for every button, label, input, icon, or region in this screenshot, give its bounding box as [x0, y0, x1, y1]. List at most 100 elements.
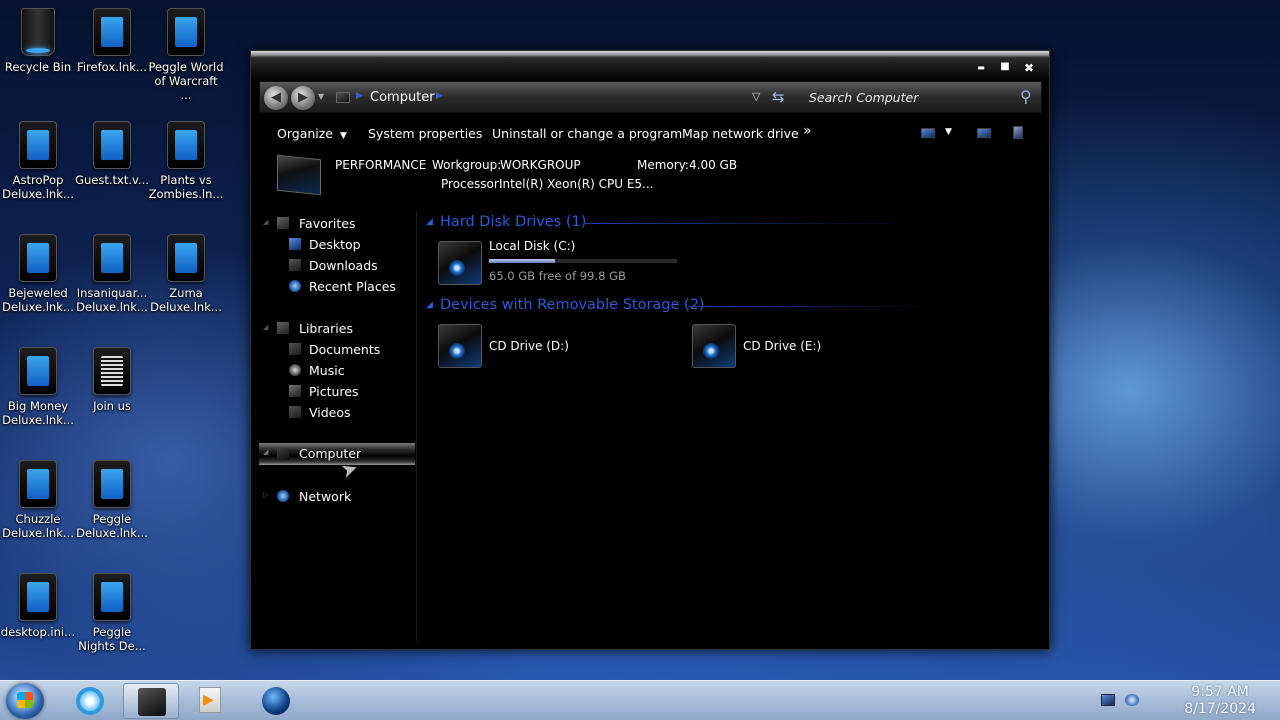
action-center-icon[interactable] — [1101, 694, 1115, 706]
expand-arrow-icon: ◢ — [263, 323, 269, 331]
preview-pane-icon[interactable] — [977, 128, 991, 138]
taskbar-explorer[interactable] — [123, 683, 179, 719]
search-input[interactable]: Search Computer — [809, 90, 918, 105]
nav-music[interactable]: Music — [259, 361, 409, 381]
disk-usage-bar — [489, 259, 677, 263]
documents-icon — [289, 343, 301, 355]
desktop-icon-firefox[interactable]: Firefox.lnk... — [74, 8, 150, 74]
nav-videos[interactable]: Videos — [259, 403, 409, 423]
breadcrumb-computer[interactable]: Computer — [370, 90, 435, 105]
workgroup-label: Workgroup: — [432, 158, 502, 172]
chevron-down-icon[interactable]: ▼ — [945, 127, 952, 137]
taskbar-internet-explorer[interactable] — [62, 683, 118, 719]
address-dropdown-icon[interactable]: ▽ — [752, 90, 760, 103]
cd-drive-icon — [438, 324, 482, 368]
help-icon[interactable] — [1013, 126, 1023, 139]
forward-button[interactable]: ▶ — [291, 86, 315, 110]
nav-videos-label: Videos — [309, 405, 351, 420]
nav-libraries[interactable]: ◢ Libraries — [259, 319, 409, 339]
nav-pictures[interactable]: Pictures — [259, 382, 409, 402]
recycle-bin-icon — [21, 8, 55, 56]
shortcut-icon — [167, 234, 205, 282]
nav-recent-places[interactable]: Recent Places — [259, 277, 409, 297]
nav-favorites-label: Favorites — [299, 216, 356, 231]
desktop-icon-label: Zuma Deluxe.lnk... — [150, 286, 222, 314]
map-network-drive-button[interactable]: Map network drive — [682, 126, 799, 141]
desktop-icon-astropop[interactable]: AstroPop Deluxe.lnk... — [0, 121, 76, 201]
taskbar-media-player[interactable]: ▶ — [183, 683, 239, 719]
desktop-icon-big-money[interactable]: Big Money Deluxe.lnk... — [0, 347, 76, 427]
nav-downloads[interactable]: Downloads — [259, 256, 409, 276]
organize-menu[interactable]: Organize ▼ — [277, 126, 347, 141]
nav-network-label: Network — [299, 489, 352, 504]
computer-name: PERFORMANCE — [335, 158, 427, 172]
network-tray-icon[interactable] — [1125, 694, 1139, 706]
desktop-icon-bejeweled[interactable]: Bejeweled Deluxe.lnk... — [0, 234, 76, 314]
desktop-icon-label: Peggle Nights De... — [78, 625, 146, 653]
shortcut-icon — [19, 347, 57, 395]
desktop-icon-label: Bejeweled Deluxe.lnk... — [2, 286, 74, 314]
back-button[interactable]: ◀ — [264, 86, 288, 110]
nav-computer[interactable]: ◢ Computer ➤ — [259, 443, 415, 483]
group-divider — [688, 306, 938, 307]
desktop-icon-recycle-bin[interactable]: Recycle Bin — [0, 8, 76, 74]
music-icon — [289, 364, 301, 376]
desktop-icon-join-us[interactable]: Join us — [74, 347, 150, 413]
taskbar-network[interactable] — [248, 683, 304, 719]
organize-label: Organize — [277, 126, 333, 141]
drive-local-disk-c[interactable]: Local Disk (C:) 65.0 GB free of 99.8 GB — [438, 239, 688, 289]
desktop-icon-peggle-nights[interactable]: Peggle Nights De... — [74, 573, 150, 653]
nav-pictures-label: Pictures — [309, 384, 359, 399]
desktop-icon-label: desktop.ini... — [0, 625, 76, 639]
search-icon[interactable]: ⚲ — [1020, 87, 1032, 106]
command-bar: Organize ▼ System properties Uninstall o… — [251, 119, 1049, 149]
desktop-icon-chuzzle[interactable]: Chuzzle Deluxe.lnk... — [0, 460, 76, 540]
uninstall-program-button[interactable]: Uninstall or change a program — [492, 126, 682, 141]
desktop-icon-peggle[interactable]: Peggle Deluxe.lnk... — [74, 460, 150, 540]
system-properties-button[interactable]: System properties — [368, 126, 482, 141]
memory-label: Memory: — [637, 158, 689, 172]
expand-arrow-icon: ◢ — [263, 448, 269, 456]
nav-desktop[interactable]: Desktop — [259, 235, 409, 255]
shortcut-icon — [19, 121, 57, 169]
desktop-icon-desktop-ini[interactable]: desktop.ini... — [0, 573, 76, 639]
close-button[interactable]: ✖ — [1021, 61, 1037, 75]
disk-usage-fill — [489, 259, 555, 263]
drive-cd-d[interactable]: CD Drive (D:) — [438, 322, 638, 372]
view-options-icon[interactable] — [921, 128, 935, 138]
start-button[interactable] — [6, 683, 44, 719]
desktop-icon — [289, 238, 301, 250]
globe-icon — [262, 687, 290, 715]
desktop-icon-zuma[interactable]: Zuma Deluxe.lnk... — [148, 234, 224, 314]
shortcut-icon — [19, 573, 57, 621]
nav-network[interactable]: ▷ Network — [259, 487, 409, 507]
arrow-right-icon: ▶ — [298, 90, 308, 105]
media-player-icon: ▶ — [199, 687, 221, 713]
desktop-icon-label: Plants vs Zombies.ln... — [148, 173, 224, 201]
removable-storage-header[interactable]: Devices with Removable Storage (2) — [440, 297, 705, 313]
more-commands-button[interactable]: » — [803, 123, 812, 139]
refresh-icon[interactable]: ⇆ — [772, 88, 785, 106]
collapse-arrow-icon[interactable]: ◢ — [426, 300, 433, 310]
system-clock[interactable]: 9:57 AM 8/17/2024 — [1184, 684, 1256, 718]
desktop-icon-plants-vs-zombies[interactable]: Plants vs Zombies.ln... — [148, 121, 224, 201]
memory-value: 4.00 GB — [689, 158, 738, 172]
title-bar[interactable]: ▬ ■ ✖ — [251, 51, 1049, 81]
maximize-button[interactable]: ■ — [997, 61, 1013, 72]
desktop-icon-label: Insaniquar... Deluxe.lnk... — [76, 286, 148, 314]
shortcut-icon — [19, 460, 57, 508]
minimize-button[interactable]: ▬ — [973, 63, 989, 72]
desktop-icon-insaniquarium[interactable]: Insaniquar... Deluxe.lnk... — [74, 234, 150, 314]
desktop-icon-label: Recycle Bin — [4, 60, 72, 74]
computer-small-icon — [336, 92, 350, 103]
desktop-icon-guest[interactable]: Guest.txt.v... — [74, 121, 150, 187]
drive-cd-e[interactable]: CD Drive (E:) — [692, 322, 892, 372]
drive-label: CD Drive (E:) — [743, 339, 822, 353]
desktop-icon-peggle-wow[interactable]: Peggle World of Warcraft ... — [148, 8, 224, 102]
recent-pages-dropdown[interactable]: ▼ — [318, 92, 324, 101]
nav-documents[interactable]: Documents — [259, 340, 409, 360]
collapse-arrow-icon[interactable]: ◢ — [426, 217, 433, 227]
nav-favorites[interactable]: ◢ Favorites — [259, 214, 409, 234]
desktop-icon-label: Chuzzle Deluxe.lnk... — [2, 512, 74, 540]
hard-disk-drives-header[interactable]: Hard Disk Drives (1) — [440, 214, 586, 230]
